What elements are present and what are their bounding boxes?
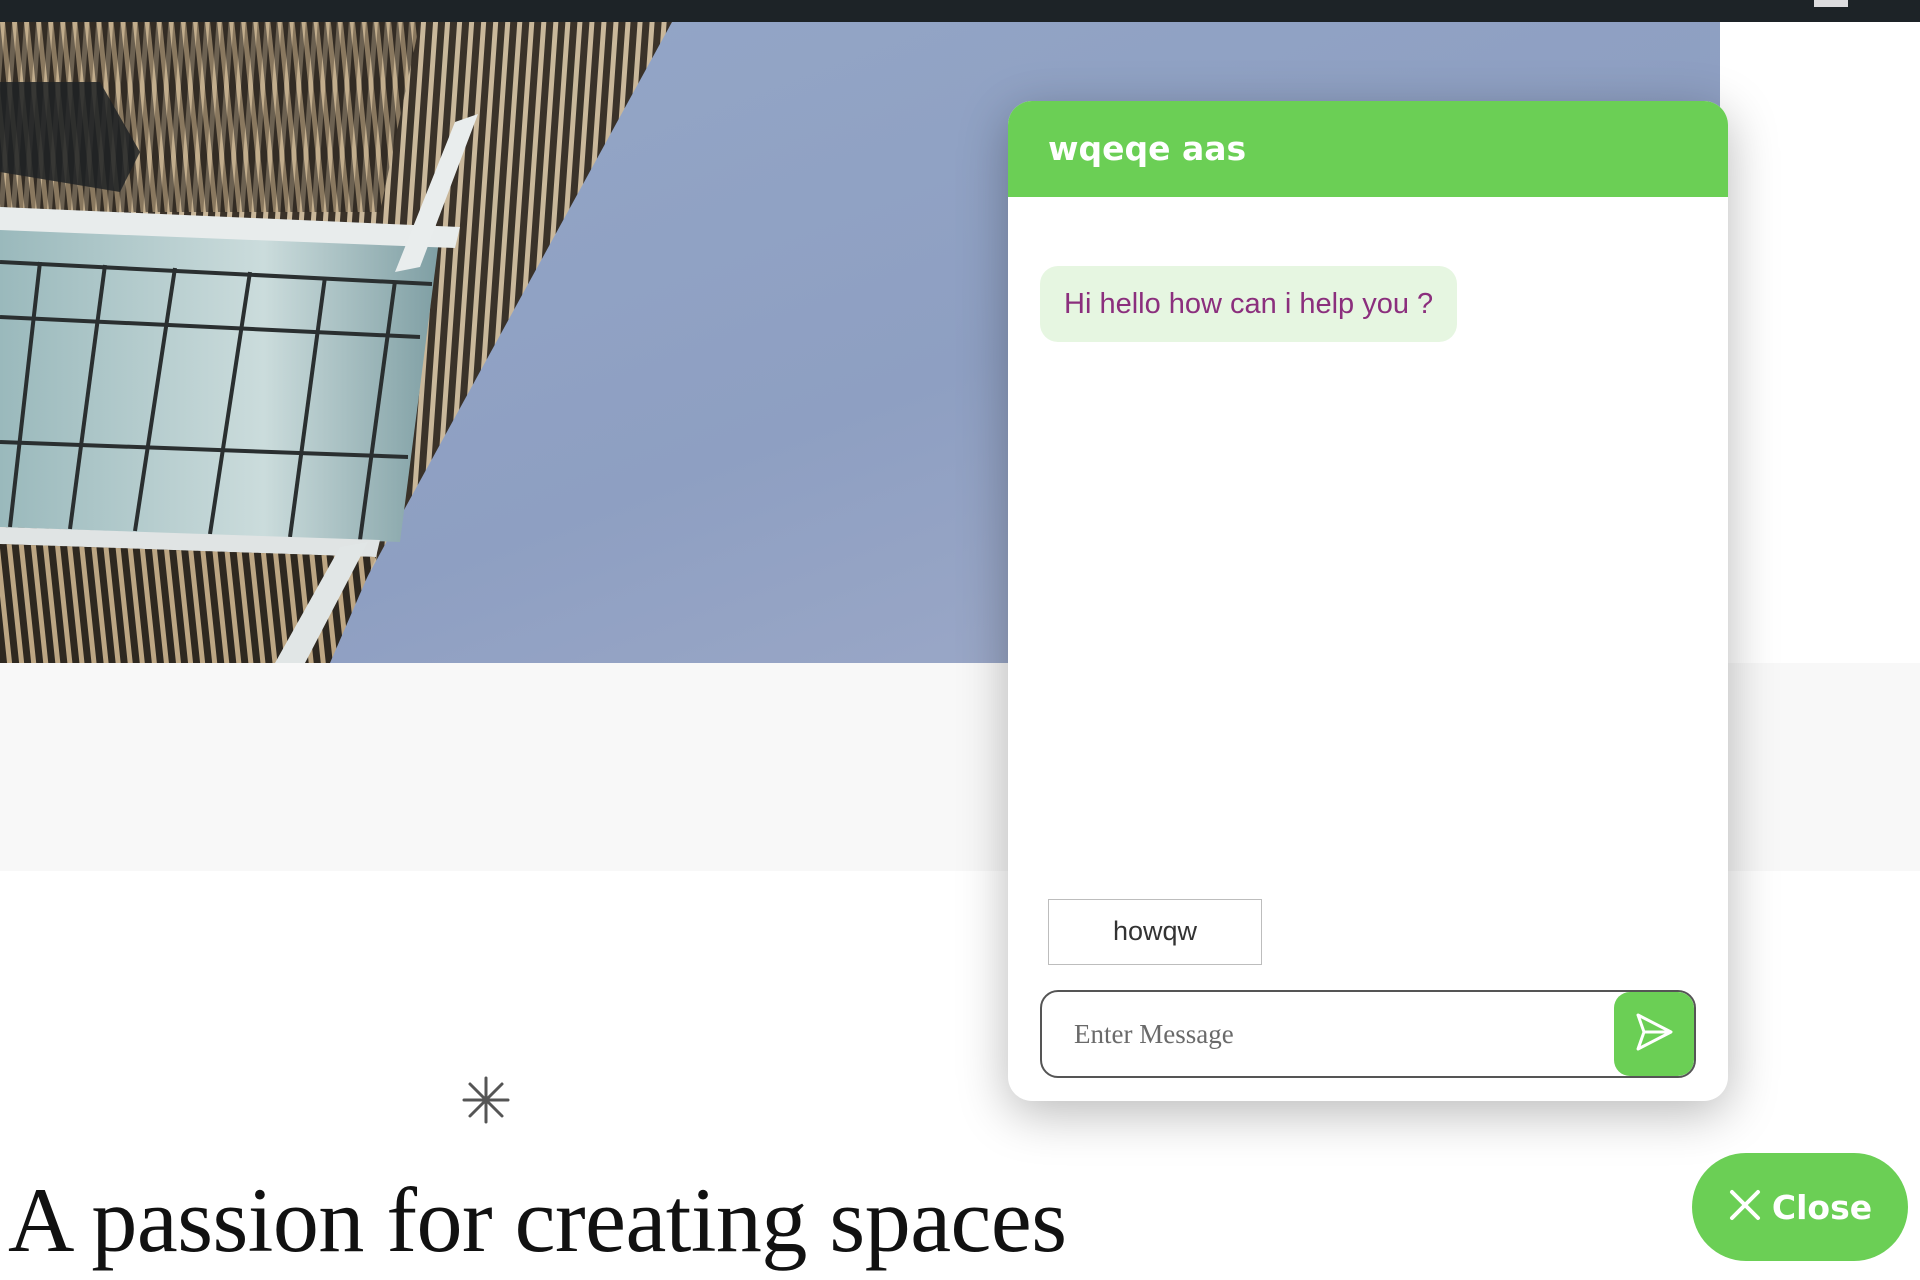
close-chat-button[interactable]: Close xyxy=(1692,1153,1908,1261)
bot-message-bubble: Hi hello how can i help you ? xyxy=(1040,266,1458,342)
asterisk-icon xyxy=(458,1072,514,1128)
page: A passion for creating spaces wqeqe aas … xyxy=(0,0,1920,1280)
page-heading: A passion for creating spaces xyxy=(8,1169,1067,1271)
message-composer xyxy=(1040,990,1696,1078)
chat-header: wqeqe aas xyxy=(1008,101,1728,197)
close-button-label: Close xyxy=(1771,1187,1873,1227)
admin-bar xyxy=(0,0,1920,22)
chat-title: wqeqe aas xyxy=(1048,129,1247,168)
chat-widget: wqeqe aas Hi hello how can i help you ? … xyxy=(1008,101,1728,1101)
close-icon xyxy=(1728,1188,1762,1227)
user-avatar[interactable] xyxy=(1814,0,1848,7)
message-input[interactable] xyxy=(1042,992,1618,1076)
send-button[interactable] xyxy=(1614,992,1694,1076)
quick-reply-button[interactable]: howqw xyxy=(1048,899,1262,965)
send-icon xyxy=(1633,1011,1675,1058)
